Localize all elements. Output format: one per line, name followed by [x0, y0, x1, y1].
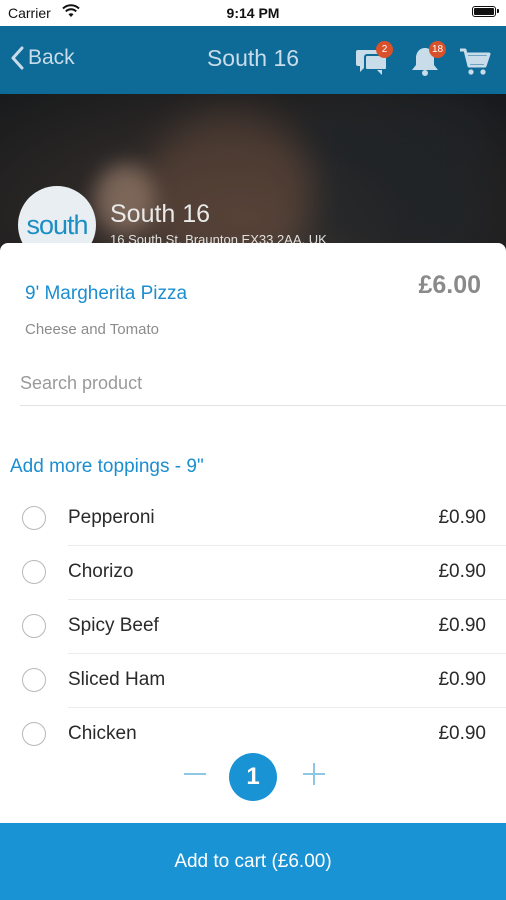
topping-price: £0.90 — [438, 669, 486, 690]
topping-name: Chicken — [68, 723, 137, 744]
notifications-badge: 18 — [429, 41, 446, 58]
nav-bar: Back South 16 2 18 — [0, 26, 506, 94]
notifications-button[interactable]: 18 — [408, 41, 446, 78]
topping-option-sliced-ham[interactable]: Sliced Ham £0.90 — [0, 654, 506, 708]
topping-price: £0.90 — [438, 507, 486, 528]
store-hero-image: south South 16 16 South St, Braunton EX3… — [0, 94, 506, 254]
product-name: 9' Margherita Pizza — [25, 283, 188, 304]
clock-time: 9:14 PM — [226, 5, 280, 21]
topping-price: £0.90 — [438, 561, 486, 582]
search-input[interactable] — [20, 361, 506, 406]
radio-button[interactable] — [22, 506, 46, 530]
topping-price: £0.90 — [438, 615, 486, 636]
minus-icon[interactable] — [182, 761, 208, 787]
topping-name: Pepperoni — [68, 507, 155, 528]
topping-name: Sliced Ham — [68, 669, 166, 690]
quantity-value: 1 — [229, 753, 277, 801]
store-logo-text: south — [26, 209, 88, 240]
product-price: £6.00 — [418, 271, 481, 299]
plus-icon[interactable] — [301, 761, 327, 787]
radio-button[interactable] — [22, 614, 46, 638]
topping-option-spicy-beef[interactable]: Spicy Beef £0.90 — [0, 600, 506, 654]
topping-name: Chorizo — [68, 561, 134, 582]
radio-button[interactable] — [22, 668, 46, 692]
product-description: Cheese and Tomato — [25, 321, 159, 338]
topping-name: Spicy Beef — [68, 615, 159, 636]
battery-icon — [472, 6, 499, 17]
topping-price: £0.90 — [438, 723, 486, 744]
messages-button[interactable]: 2 — [355, 41, 393, 78]
quantity-stepper: 1 — [0, 753, 506, 803]
toppings-group-title: Add more toppings - 9" — [10, 456, 204, 477]
add-to-cart-button[interactable]: Add to cart (£6.00) — [0, 823, 506, 900]
cart-icon — [460, 48, 491, 75]
toppings-list: Pepperoni £0.90 Chorizo £0.90 Spicy Beef… — [0, 492, 506, 762]
radio-button[interactable] — [22, 722, 46, 746]
product-options-sheet: 9' Margherita Pizza £6.00 Cheese and Tom… — [0, 243, 506, 900]
topping-option-pepperoni[interactable]: Pepperoni £0.90 — [0, 492, 506, 546]
topping-option-chorizo[interactable]: Chorizo £0.90 — [0, 546, 506, 600]
cart-button[interactable] — [458, 44, 492, 78]
status-bar: Carrier 9:14 PM — [0, 0, 506, 26]
store-name: South 16 — [110, 200, 211, 228]
radio-button[interactable] — [22, 560, 46, 584]
messages-badge: 2 — [376, 41, 393, 58]
